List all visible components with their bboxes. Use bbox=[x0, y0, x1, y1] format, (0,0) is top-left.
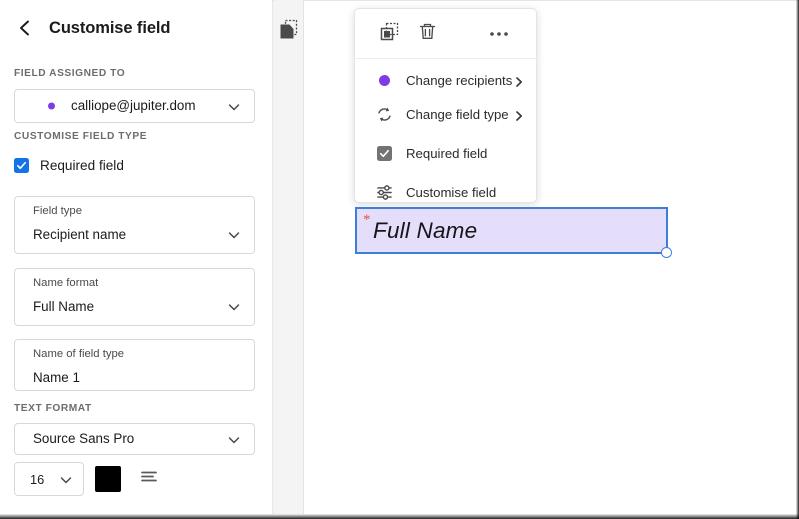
menu-item-change-field-type[interactable]: Change field type bbox=[355, 98, 538, 131]
customise-field-panel: Customise field FIELD ASSIGNED TO callio… bbox=[0, 0, 273, 514]
duplicate-field-button[interactable] bbox=[372, 17, 406, 51]
menu-item-change-recipients[interactable]: Change recipients bbox=[355, 64, 538, 97]
font-family-select[interactable]: Source Sans Pro bbox=[14, 423, 255, 455]
delete-field-button[interactable] bbox=[410, 17, 444, 51]
section-label-text-format: TEXT FORMAT bbox=[14, 403, 92, 414]
recipient-select-value: calliope@jupiter.dom bbox=[71, 98, 196, 113]
field-type-value: Recipient name bbox=[33, 227, 127, 242]
more-options-icon bbox=[489, 25, 509, 43]
duplicate-field-icon bbox=[380, 22, 399, 46]
checkbox-checked-icon bbox=[14, 158, 29, 173]
resize-handle[interactable] bbox=[661, 247, 672, 258]
recipient-dot-icon bbox=[372, 75, 396, 86]
menu-item-required-field[interactable]: Required field bbox=[355, 137, 538, 170]
chevron-right-icon bbox=[513, 75, 525, 87]
font-size-select[interactable]: 16 bbox=[14, 462, 84, 496]
recipient-select[interactable]: calliope@jupiter.dom bbox=[14, 89, 255, 123]
chevron-down-icon bbox=[226, 299, 242, 315]
chevron-down-icon bbox=[226, 227, 242, 243]
duplicate-pages-icon[interactable] bbox=[278, 18, 300, 42]
chevron-down-icon bbox=[226, 432, 242, 448]
document-tools-strip bbox=[274, 0, 304, 514]
field-context-menu: Change recipients Change field type Requ… bbox=[354, 8, 538, 203]
window-bottom-edge bbox=[0, 514, 799, 519]
context-menu-toolbar bbox=[355, 9, 538, 59]
page-title: Customise field bbox=[49, 18, 171, 37]
name-of-field-type-input[interactable]: Name of field type Name 1 bbox=[14, 339, 255, 391]
checkbox-checked-icon bbox=[372, 146, 396, 161]
menu-item-label: Customise field bbox=[406, 185, 497, 200]
chevron-down-icon bbox=[226, 99, 242, 115]
more-options-button[interactable] bbox=[482, 17, 516, 51]
text-align-button[interactable] bbox=[136, 466, 162, 492]
menu-item-label: Change field type bbox=[406, 107, 509, 122]
field-type-select[interactable]: Field type Recipient name bbox=[14, 196, 255, 254]
name-format-select[interactable]: Name format Full Name bbox=[14, 268, 255, 326]
name-of-field-type-label: Name of field type bbox=[33, 348, 125, 360]
section-label-customise-field-type: CUSTOMISE FIELD TYPE bbox=[14, 131, 148, 142]
chevron-down-icon bbox=[58, 472, 74, 488]
panel-header: Customise field bbox=[0, 8, 273, 48]
menu-item-label: Required field bbox=[406, 146, 488, 161]
font-family-value: Source Sans Pro bbox=[33, 431, 135, 446]
sliders-icon bbox=[372, 184, 396, 201]
sync-arrows-icon bbox=[372, 106, 396, 123]
menu-item-customise-field[interactable]: Customise field bbox=[355, 176, 538, 209]
name-format-label: Name format bbox=[33, 277, 99, 289]
text-color-swatch[interactable] bbox=[95, 466, 121, 492]
trash-icon bbox=[418, 22, 437, 46]
chevron-left-icon[interactable] bbox=[14, 17, 36, 39]
name-of-field-type-value: Name 1 bbox=[33, 370, 80, 385]
required-field-checkbox[interactable]: Required field bbox=[14, 158, 124, 173]
align-left-icon bbox=[139, 467, 159, 492]
section-label-field-assigned-to: FIELD ASSIGNED TO bbox=[14, 68, 126, 79]
name-format-value: Full Name bbox=[33, 299, 95, 314]
required-marker: * bbox=[363, 212, 371, 228]
field-type-label: Field type bbox=[33, 205, 82, 217]
app-root: Customise field FIELD ASSIGNED TO callio… bbox=[0, 0, 799, 519]
menu-item-label: Change recipients bbox=[406, 73, 513, 88]
form-field-text: Full Name bbox=[373, 218, 478, 243]
font-size-value: 16 bbox=[30, 472, 45, 487]
required-field-label: Required field bbox=[40, 158, 124, 173]
form-field-full-name[interactable]: * Full Name bbox=[355, 207, 672, 258]
chevron-right-icon bbox=[513, 109, 525, 121]
recipient-dot-icon bbox=[48, 102, 55, 110]
